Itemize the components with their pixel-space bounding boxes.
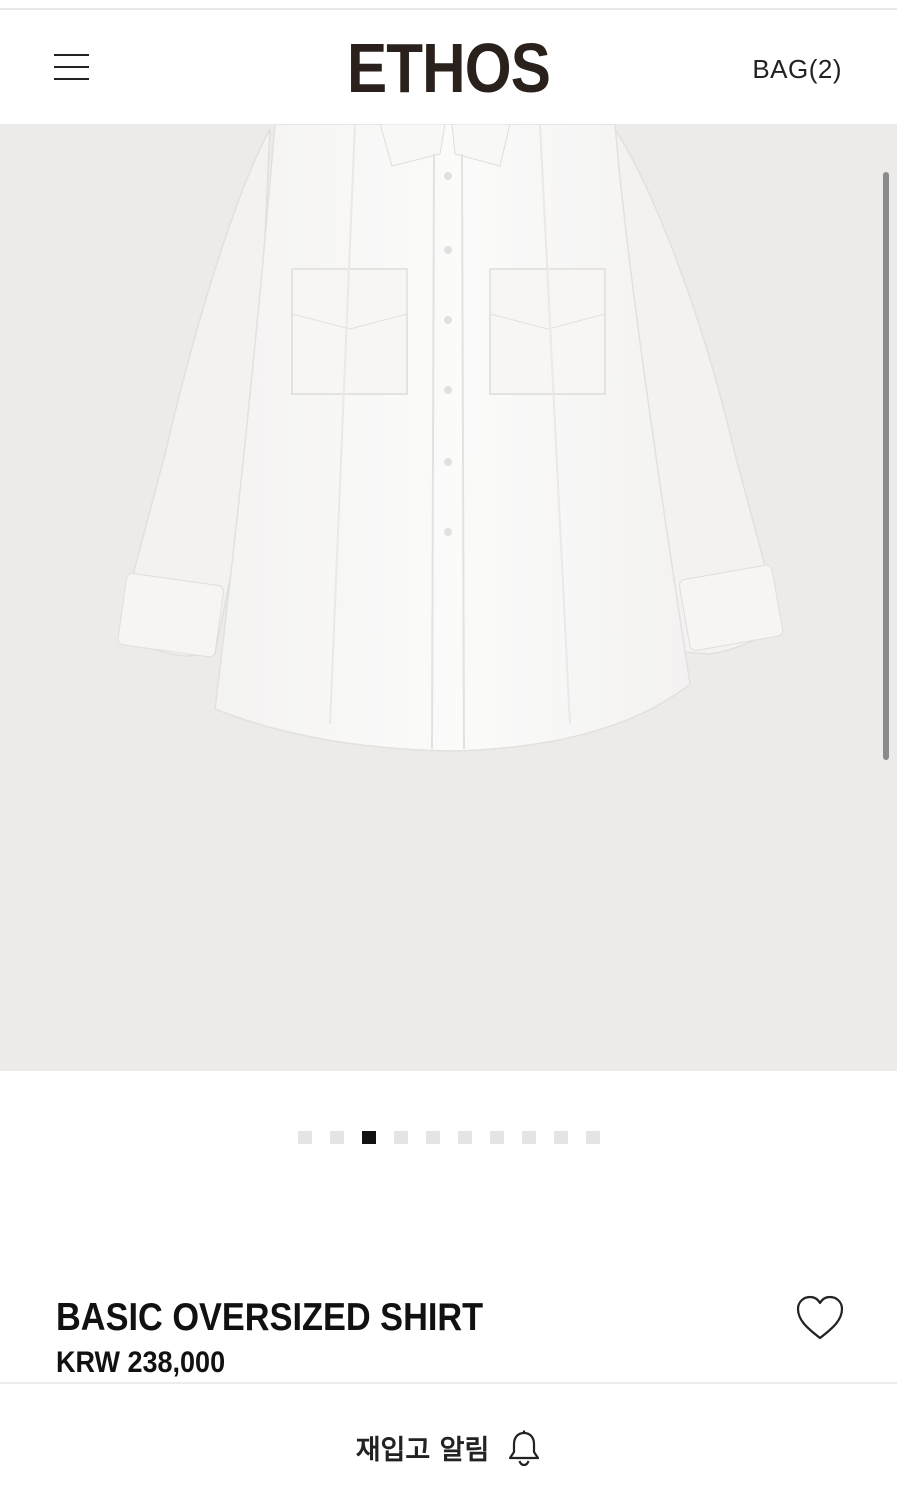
product-price: KRW 238,000 [56, 1346, 226, 1379]
carousel-dot[interactable] [425, 1131, 440, 1144]
carousel-dot[interactable] [553, 1131, 568, 1144]
heart-icon[interactable] [795, 1294, 845, 1342]
site-header: ETHOS BAG(2) [0, 10, 897, 124]
carousel-dot[interactable] [457, 1131, 472, 1144]
carousel-dot-active[interactable] [361, 1131, 376, 1144]
bag-link[interactable]: BAG(2) [752, 54, 842, 85]
shirt-illustration [117, 124, 784, 752]
carousel-dot[interactable] [585, 1131, 600, 1144]
page-scrollbar[interactable] [883, 172, 889, 760]
product-name: BASIC OVERSIZED SHIRT [56, 1296, 484, 1339]
carousel-dot[interactable] [393, 1131, 408, 1144]
carousel-dot[interactable] [489, 1131, 504, 1144]
restock-notify-label: 재입고 알림 [355, 1435, 490, 1466]
carousel-indicator [0, 1131, 897, 1144]
carousel-dot[interactable] [329, 1131, 344, 1144]
carousel-dot[interactable] [297, 1131, 312, 1144]
bell-icon [507, 1429, 541, 1467]
product-image[interactable] [0, 124, 897, 1071]
brand-logo[interactable]: ETHOS [63, 30, 834, 106]
restock-notify-button[interactable]: 재입고 알림 [0, 1384, 897, 1500]
carousel-dot[interactable] [521, 1131, 536, 1144]
